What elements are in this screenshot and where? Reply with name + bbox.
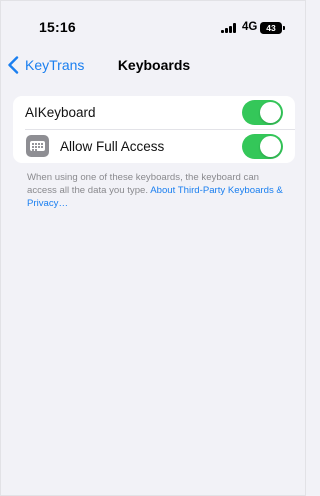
status-time: 15:16 <box>39 19 76 35</box>
status-bar: 15:16 4G 43 <box>1 1 307 51</box>
page-title: Keyboards <box>117 57 191 73</box>
toggle-knob <box>260 102 281 123</box>
full-access-toggle[interactable] <box>242 134 283 159</box>
signal-bars-icon <box>221 23 237 33</box>
settings-row-aikeyboard: AIKeyboard <box>13 96 295 129</box>
privacy-footer-note: When using one of these keyboards, the k… <box>27 171 289 210</box>
aikeyboard-toggle[interactable] <box>242 100 283 125</box>
toggle-knob <box>260 136 281 157</box>
battery-icon: 43 <box>260 22 282 34</box>
keyboard-settings-group: AIKeyboard Allow Full Access <box>13 96 295 163</box>
navigation-bar: KeyTrans Keyboards <box>1 51 307 79</box>
row-label-full-access: Allow Full Access <box>60 139 165 154</box>
row-label-aikeyboard: AIKeyboard <box>25 105 96 120</box>
settings-row-full-access: Allow Full Access <box>13 130 295 163</box>
network-type: 4G <box>242 21 258 33</box>
battery-cap <box>283 26 285 30</box>
battery-level: 43 <box>266 23 276 33</box>
keyboard-icon <box>26 135 49 157</box>
